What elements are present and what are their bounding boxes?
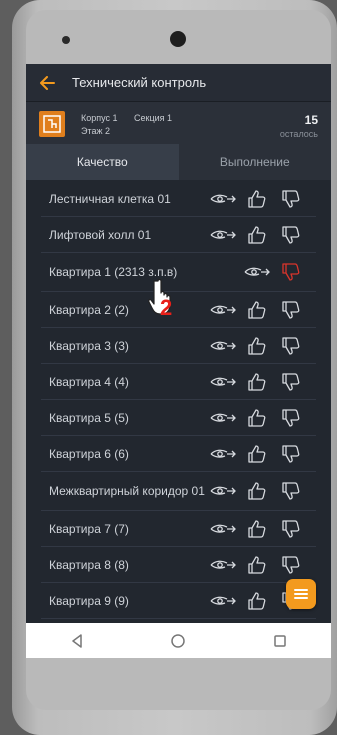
list-item-label: Квартира 5 (5) <box>49 410 129 425</box>
list-item-label: Межквартирный коридор 01 <box>49 484 205 498</box>
thumbs-down-icon[interactable] <box>274 442 308 466</box>
list-item-label: Квартира 1 (2313 з.п.в) <box>49 265 178 279</box>
thumbs-up-icon[interactable] <box>240 298 274 322</box>
view-details-icon[interactable] <box>206 334 240 358</box>
list-item[interactable]: Межквартирный коридор 01 <box>41 472 316 511</box>
list-item[interactable]: Лестничная клетка 01 <box>41 181 316 217</box>
row-actions <box>206 511 308 546</box>
app-screen: Технический контроль Корпус 1 Секция 1 Э… <box>26 64 331 658</box>
section-label: Секция 1 <box>134 113 173 123</box>
sensor-dot <box>62 36 70 44</box>
tab-quality[interactable]: Качество <box>26 144 179 180</box>
view-details-icon[interactable] <box>206 370 240 394</box>
android-nav-bar <box>26 623 331 658</box>
view-details-icon[interactable] <box>206 589 240 613</box>
view-details-icon[interactable] <box>206 406 240 430</box>
nav-back-icon[interactable] <box>57 627 97 655</box>
list-item-label: Лестничная клетка 01 <box>49 191 171 206</box>
thumbs-down-icon[interactable] <box>274 517 308 541</box>
list-item-label: Квартира 3 (3) <box>49 338 129 353</box>
checklist: Лестничная клетка 01 Лифтовой холл 01 Квар… <box>26 181 331 619</box>
list-item-label: Квартира 9 (9) <box>49 593 129 608</box>
nav-recents-icon[interactable] <box>260 627 300 655</box>
back-arrow-icon[interactable] <box>39 75 55 91</box>
remaining-label: осталось <box>279 129 318 139</box>
row-actions <box>206 328 308 363</box>
list-item[interactable]: Квартира 6 (6) <box>41 436 316 472</box>
thumbs-up-icon[interactable] <box>240 517 274 541</box>
thumbs-up-icon[interactable] <box>240 553 274 577</box>
front-camera <box>170 31 186 47</box>
row-actions <box>206 364 308 399</box>
row-actions <box>206 400 308 435</box>
location-info-bar: Корпус 1 Секция 1 Этаж 2 15 осталось <box>26 102 331 144</box>
row-actions <box>206 217 308 252</box>
tab-bar: Качество Выполнение <box>26 144 331 180</box>
thumbs-down-icon[interactable] <box>274 187 308 211</box>
tab-execution[interactable]: Выполнение <box>178 144 331 180</box>
list-item-label: Квартира 4 (4) <box>49 374 129 389</box>
nav-home-icon[interactable] <box>158 627 198 655</box>
list-item[interactable]: Квартира 1 (2313 з.п.в) <box>41 253 316 292</box>
app-header: Технический контроль <box>26 64 331 102</box>
row-actions <box>206 547 308 582</box>
remaining-count: 15 <box>304 113 318 127</box>
floor-label: Этаж 2 <box>81 126 111 136</box>
building-logo-icon <box>39 111 65 137</box>
building-label: Корпус 1 <box>81 113 118 123</box>
thumbs-up-icon[interactable] <box>240 223 274 247</box>
list-item[interactable]: Квартира 9 (9) <box>41 583 316 619</box>
thumbs-down-icon[interactable] <box>274 406 308 430</box>
row-actions <box>240 253 308 291</box>
list-item[interactable]: Квартира 4 (4) <box>41 364 316 400</box>
thumbs-down-icon[interactable] <box>274 370 308 394</box>
list-item-label: Квартира 8 (8) <box>49 557 129 572</box>
thumbs-up-icon[interactable] <box>240 442 274 466</box>
step-number-annotation: 2 <box>160 295 173 320</box>
thumbs-down-icon[interactable] <box>274 553 308 577</box>
thumbs-up-icon[interactable] <box>240 370 274 394</box>
thumbs-down-icon[interactable] <box>274 334 308 358</box>
list-item[interactable]: Лифтовой холл 01 <box>41 217 316 253</box>
row-actions <box>206 181 308 216</box>
row-actions <box>206 436 308 471</box>
thumbs-up-icon[interactable] <box>240 334 274 358</box>
list-item[interactable]: Квартира 7 (7) <box>41 511 316 547</box>
thumbs-down-icon[interactable] <box>274 260 308 284</box>
view-details-icon[interactable] <box>240 260 274 284</box>
thumbs-down-icon[interactable] <box>274 479 308 503</box>
row-actions <box>206 472 308 510</box>
thumbs-up-icon[interactable] <box>240 479 274 503</box>
list-item[interactable]: Квартира 2 (2) <box>41 292 316 328</box>
thumbs-down-icon[interactable] <box>274 223 308 247</box>
list-item-label: Квартира 6 (6) <box>49 446 129 461</box>
list-item-label: Квартира 7 (7) <box>49 521 129 536</box>
list-item-label: Квартира 2 (2) <box>49 302 129 317</box>
list-item[interactable]: Квартира 8 (8) <box>41 547 316 583</box>
view-details-icon[interactable] <box>206 223 240 247</box>
thumbs-up-icon[interactable] <box>240 406 274 430</box>
thumbs-up-icon[interactable] <box>240 589 274 613</box>
view-details-icon[interactable] <box>206 517 240 541</box>
menu-fab-button[interactable] <box>286 579 316 609</box>
view-details-icon[interactable] <box>206 479 240 503</box>
list-item-label: Лифтовой холл 01 <box>49 227 152 242</box>
list-item[interactable]: Квартира 5 (5) <box>41 400 316 436</box>
thumbs-up-icon[interactable] <box>240 187 274 211</box>
view-details-icon[interactable] <box>206 187 240 211</box>
list-item[interactable]: Квартира 3 (3) <box>41 328 316 364</box>
page-title: Технический контроль <box>72 75 207 90</box>
view-details-icon[interactable] <box>206 553 240 577</box>
view-details-icon[interactable] <box>206 298 240 322</box>
thumbs-down-icon[interactable] <box>274 298 308 322</box>
row-actions <box>206 292 308 327</box>
view-details-icon[interactable] <box>206 442 240 466</box>
